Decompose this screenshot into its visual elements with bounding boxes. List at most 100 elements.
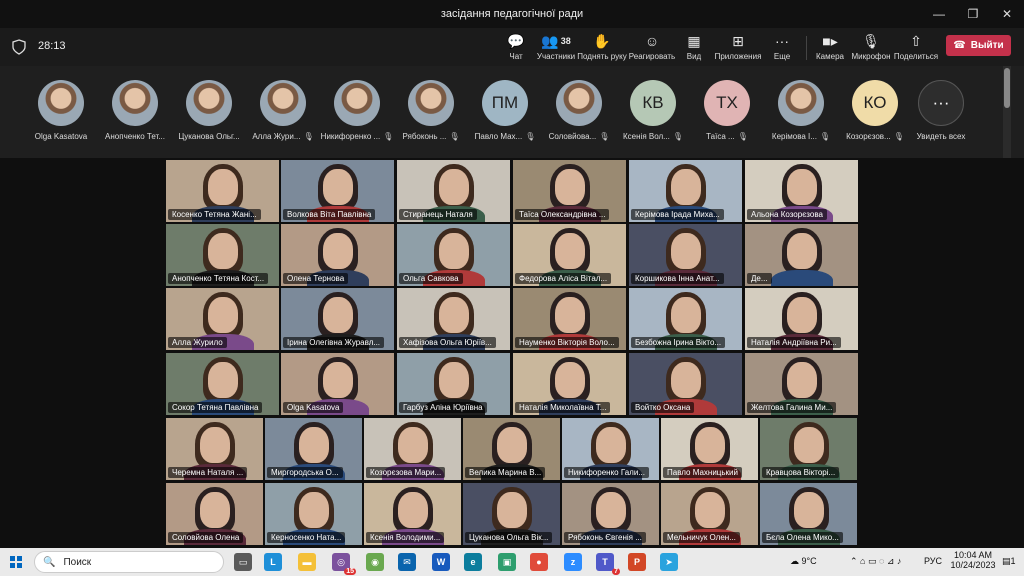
video-tile[interactable]: Керносенко Ната... xyxy=(265,483,362,545)
participant-name: Соловйова... 🎙 xyxy=(548,132,610,141)
edge-icon[interactable]: e xyxy=(464,553,482,571)
video-tile[interactable]: Анопченко Тетяна Кост... xyxy=(166,224,279,286)
see-all-button[interactable]: ··· Увидеть всех xyxy=(904,80,978,141)
video-tile[interactable]: Таїса Олександрівна ... xyxy=(513,160,626,222)
maximize-button[interactable]: ❐ xyxy=(956,0,990,28)
video-tile[interactable]: Де... xyxy=(745,224,858,286)
participant-avatar[interactable]: КВ Ксенія Вол... 🎙 xyxy=(616,80,690,141)
video-tile[interactable]: Мельничук Олен... xyxy=(661,483,758,545)
powerpoint-icon[interactable]: P xyxy=(628,553,646,571)
file-explorer-icon[interactable]: ▬ xyxy=(298,553,316,571)
task-view-icon[interactable]: ▭ xyxy=(234,553,252,571)
participant-body xyxy=(770,270,833,286)
video-tile[interactable]: Альона Козорєзова xyxy=(745,160,858,222)
app-green-icon[interactable]: ◉ xyxy=(366,553,384,571)
participant-name: Рябоконь ... 🎙 xyxy=(402,132,460,141)
word-icon[interactable]: W xyxy=(432,553,450,571)
participant-avatar[interactable]: Алла Жури... 🎙 xyxy=(246,80,320,141)
video-tile[interactable]: Гарбуз Аліна Юріївна xyxy=(397,353,510,415)
participant-avatar[interactable]: Керімова І... 🎙 xyxy=(764,80,838,141)
participant-face xyxy=(694,492,725,528)
video-tile[interactable]: Коршикова Інна Анат... xyxy=(629,224,742,286)
weather-widget[interactable]: ☁ 9°C xyxy=(790,556,817,567)
shield-icon xyxy=(12,39,26,55)
video-tile[interactable]: Федорова Аліса Вітал... xyxy=(513,224,626,286)
leave-button[interactable]: ☎ Выйти xyxy=(946,35,1011,56)
participant-face xyxy=(322,169,353,205)
video-tile[interactable]: Сокор Тетяна Павлівна xyxy=(166,353,279,415)
participant-avatar[interactable]: Никифоренко ... 🎙 xyxy=(320,80,394,141)
tile-name-label: Цуканова Ольга Вік... xyxy=(465,532,553,543)
video-tile[interactable]: Велика Марина В... xyxy=(463,418,560,480)
video-tile[interactable]: Наталія Андріївна Ри... xyxy=(745,288,858,350)
video-tile[interactable]: Никифоренко Гали... xyxy=(562,418,659,480)
participants-count: 38 xyxy=(560,36,571,46)
windows-start-icon[interactable] xyxy=(10,556,22,568)
teams-icon[interactable]: T7 xyxy=(596,553,620,575)
video-tile[interactable]: Войтко Оксана xyxy=(629,353,742,415)
app-l-icon[interactable]: L xyxy=(264,553,282,571)
minimize-button[interactable]: — xyxy=(922,0,956,28)
video-tile[interactable]: Олена Тернова xyxy=(281,224,394,286)
video-tile[interactable]: Хафізова Ольга Юріїв... xyxy=(397,288,510,350)
strip-scrollbar[interactable] xyxy=(1003,66,1011,158)
video-tile[interactable]: Волкова Віта Павлівна xyxy=(281,160,394,222)
zoom-icon[interactable]: z xyxy=(564,553,582,571)
participant-avatar[interactable]: Цуканова Ольг... xyxy=(172,80,246,141)
notification-icon[interactable]: ▤1 xyxy=(1002,556,1016,567)
participant-avatar[interactable]: ПМ Павло Мах... 🎙 xyxy=(468,80,542,141)
video-tile[interactable]: Бєла Олена Мико... xyxy=(760,483,857,545)
participant-avatar[interactable]: Рябоконь ... 🎙 xyxy=(394,80,468,141)
video-tile[interactable]: Ольга Савкова xyxy=(397,224,510,286)
video-tile[interactable]: Черемна Наталя ... xyxy=(166,418,263,480)
participant-name: Olga Kasatova xyxy=(34,132,88,141)
language-indicator[interactable]: РУС xyxy=(924,556,942,566)
video-tile[interactable]: Желтова Галина Ми... xyxy=(745,353,858,415)
participant-avatar[interactable]: ТХ Таїса ... 🎙 xyxy=(690,80,764,141)
video-gallery: Косенко Тетяна Жані... Волкова Віта Павлі… xyxy=(0,158,1024,548)
participant-face xyxy=(793,427,824,463)
telegram-icon[interactable]: ➤ xyxy=(660,553,678,571)
participant-avatar[interactable]: Соловйова... 🎙 xyxy=(542,80,616,141)
video-tile[interactable]: Olga Kasatova xyxy=(281,353,394,415)
tile-name-label: Науменко Вікторія Воло... xyxy=(515,337,619,348)
title-bar: засідання педагогічної ради — ❐ ✕ xyxy=(0,0,1024,28)
video-tile[interactable]: Козорєзова Мари... xyxy=(364,418,461,480)
participant-name: Никифоренко ... 🎙 xyxy=(320,132,394,141)
app-store-icon[interactable]: ▣ xyxy=(498,553,516,571)
video-tile[interactable]: Наталія Миколаївна Т... xyxy=(513,353,626,415)
participant-avatar[interactable]: КО Козорєзов... 🎙 xyxy=(838,80,912,141)
video-tile[interactable]: Рябоконь Євгенія ... xyxy=(562,483,659,545)
video-tile[interactable]: Ксенія Володими... xyxy=(364,483,461,545)
video-tile[interactable]: Павло Махницький xyxy=(661,418,758,480)
share-button[interactable]: ⇧ Поделиться xyxy=(886,32,946,64)
video-tile[interactable]: Ірина Олегівна Журавл... xyxy=(281,288,394,350)
participant-face xyxy=(670,233,701,269)
tile-name-label: Мельничук Олен... xyxy=(663,532,740,543)
smile-icon: ☺ xyxy=(644,33,660,49)
video-tile[interactable]: Цуканова Ольга Вік... xyxy=(463,483,560,545)
mail-icon[interactable]: ✉ xyxy=(398,553,416,571)
video-tile[interactable]: Косенко Тетяна Жані... xyxy=(166,160,279,222)
video-tile[interactable]: Соловйова Олена xyxy=(166,483,263,545)
mic-off-icon: 🎙 xyxy=(449,132,460,141)
video-tile[interactable]: Алла Журило xyxy=(166,288,279,350)
mic-off-icon: 🎙 xyxy=(893,132,904,141)
video-tile[interactable]: Керімова Ірада Миха... xyxy=(629,160,742,222)
tile-name-label: Гарбуз Аліна Юріївна xyxy=(399,402,487,413)
tile-name-label: Ірина Олегівна Журавл... xyxy=(283,337,385,348)
participant-avatar[interactable]: Анопченко Тет... xyxy=(98,80,172,141)
chrome-icon[interactable]: ● xyxy=(530,553,548,571)
video-tile[interactable]: Стиранець Наталя xyxy=(397,160,510,222)
tray-icons[interactable]: ⌃ ⌂ ▭ ◌ ⊿ ♪ xyxy=(850,556,901,567)
video-tile[interactable]: Науменко Вікторія Воло... xyxy=(513,288,626,350)
video-tile[interactable]: Миргородська О... xyxy=(265,418,362,480)
video-tile[interactable]: Безбожна Ірина Вікто... xyxy=(629,288,742,350)
avatar xyxy=(556,80,602,126)
close-button[interactable]: ✕ xyxy=(990,0,1024,28)
viber-icon[interactable]: ◎ 15 xyxy=(332,553,356,575)
video-tile[interactable]: Кравцова Вікторі... xyxy=(760,418,857,480)
taskbar-search[interactable]: 🔍 Поиск xyxy=(34,551,224,573)
participant-avatar[interactable]: Olga Kasatova xyxy=(24,80,98,141)
clock[interactable]: 10:04 AM 10/24/2023 xyxy=(950,550,996,570)
